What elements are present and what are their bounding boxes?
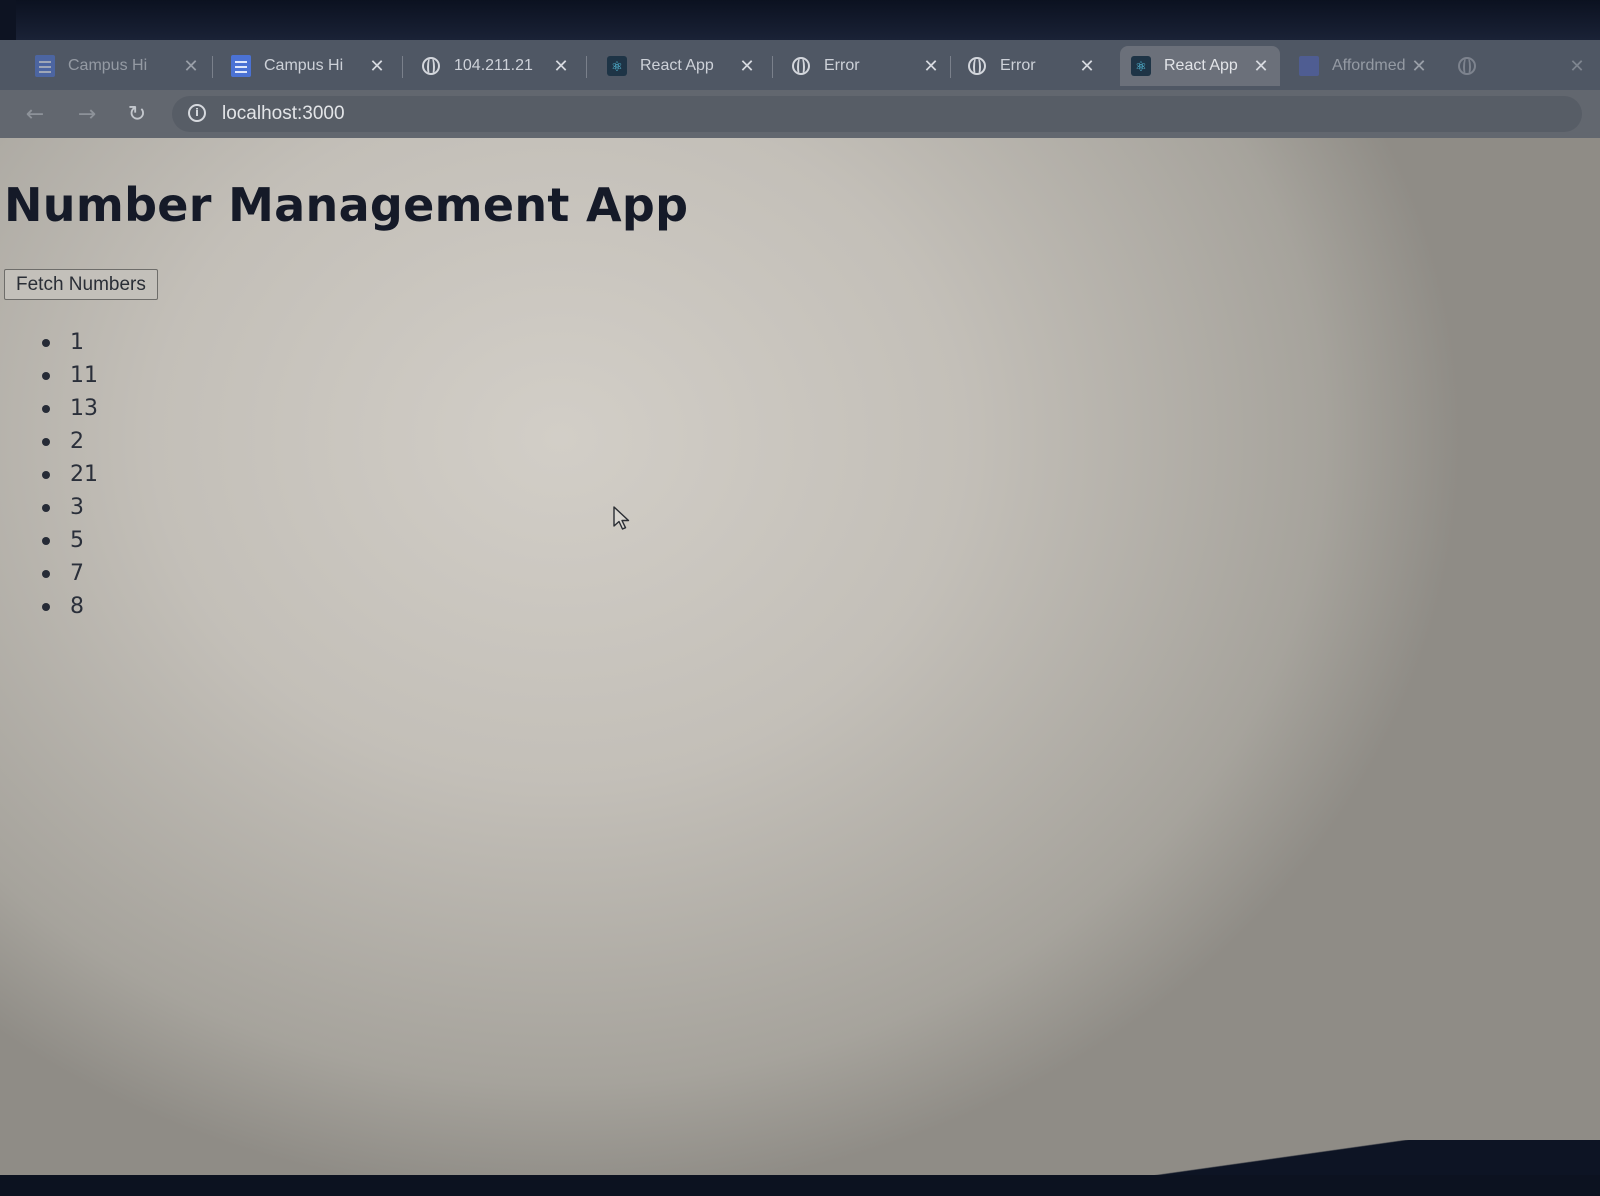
- list-item: 8: [40, 590, 98, 623]
- browser-toolbar: ← → ↻ i localhost:3000: [0, 90, 1600, 138]
- tab-title: React App: [1164, 57, 1238, 74]
- globe-icon: [790, 55, 812, 77]
- doc-icon: [230, 55, 252, 77]
- tab-campus-hiring-1[interactable]: Campus Hi ✕: [24, 46, 210, 86]
- tab-error-2[interactable]: Error ✕: [956, 46, 1106, 86]
- tab-separator: [212, 56, 213, 78]
- tab-separator: [586, 56, 587, 78]
- react-icon: ⚛: [606, 55, 628, 77]
- tab-title: Affordmed: [1332, 57, 1406, 74]
- list-item: 11: [40, 359, 98, 392]
- list-item: 1: [40, 326, 98, 359]
- mouse-cursor-icon: [613, 506, 630, 530]
- forward-arrow-icon[interactable]: →: [72, 100, 102, 130]
- close-icon[interactable]: ✕: [368, 56, 386, 77]
- spreadsheet-icon: [1298, 55, 1320, 77]
- tab-affordmed[interactable]: Affordmed ✕: [1288, 46, 1438, 86]
- list-item: 3: [40, 491, 98, 524]
- tab-title: React App: [640, 57, 714, 74]
- list-item: 5: [40, 524, 98, 557]
- globe-icon: [966, 55, 988, 77]
- address-url: localhost:3000: [222, 103, 345, 124]
- tab-title: Campus Hi: [264, 57, 344, 74]
- close-icon[interactable]: ✕: [922, 56, 940, 77]
- page-content: Number Management App Fetch Numbers 1 11…: [0, 138, 1600, 1176]
- monitor-bezel-bottom: [0, 1175, 1600, 1196]
- tab-strip: Campus Hi ✕ Campus Hi ✕ 104.211.21 ✕ ⚛ R…: [0, 40, 1600, 90]
- tab-error-1[interactable]: Error ✕: [780, 46, 950, 86]
- tab-separator: [772, 56, 773, 78]
- tab-react-app-active[interactable]: ⚛ React App ✕: [1120, 46, 1280, 86]
- react-icon: ⚛: [1130, 55, 1152, 77]
- list-item: 21: [40, 458, 98, 491]
- tab-separator: [402, 56, 403, 78]
- tab-ip-address[interactable]: 104.211.21 ✕: [410, 46, 580, 86]
- page-title: Number Management App: [4, 178, 689, 232]
- reload-icon[interactable]: ↻: [122, 100, 152, 130]
- info-icon[interactable]: i: [188, 104, 206, 122]
- fetch-numbers-button[interactable]: Fetch Numbers: [4, 269, 158, 300]
- tab-title: 104.211.21: [454, 57, 533, 74]
- tab-overflow[interactable]: ✕: [1446, 46, 1596, 86]
- close-icon[interactable]: ✕: [552, 56, 570, 77]
- globe-icon: [420, 55, 442, 77]
- close-icon[interactable]: ✕: [1568, 56, 1586, 77]
- tab-campus-hiring-2[interactable]: Campus Hi ✕: [220, 46, 396, 86]
- tab-react-app-1[interactable]: ⚛ React App ✕: [596, 46, 766, 86]
- close-icon[interactable]: ✕: [1252, 56, 1270, 77]
- close-icon[interactable]: ✕: [1410, 56, 1428, 77]
- close-icon[interactable]: ✕: [1078, 56, 1096, 77]
- list-item: 7: [40, 557, 98, 590]
- tab-separator: [950, 56, 951, 78]
- address-bar[interactable]: i localhost:3000: [172, 96, 1582, 132]
- close-icon[interactable]: ✕: [738, 56, 756, 77]
- list-item: 2: [40, 425, 98, 458]
- tab-title: Error: [1000, 57, 1036, 74]
- tab-title: Error: [824, 57, 860, 74]
- number-list: 1 11 13 2 21 3 5 7 8: [40, 326, 98, 623]
- monitor-bezel-top: [0, 0, 1600, 40]
- list-item: 13: [40, 392, 98, 425]
- back-arrow-icon[interactable]: ←: [20, 100, 50, 130]
- close-icon[interactable]: ✕: [182, 56, 200, 77]
- browser-window: Campus Hi ✕ Campus Hi ✕ 104.211.21 ✕ ⚛ R…: [0, 40, 1600, 1176]
- globe-icon: [1456, 55, 1478, 77]
- tab-title: Campus Hi: [68, 57, 148, 74]
- doc-icon: [34, 55, 56, 77]
